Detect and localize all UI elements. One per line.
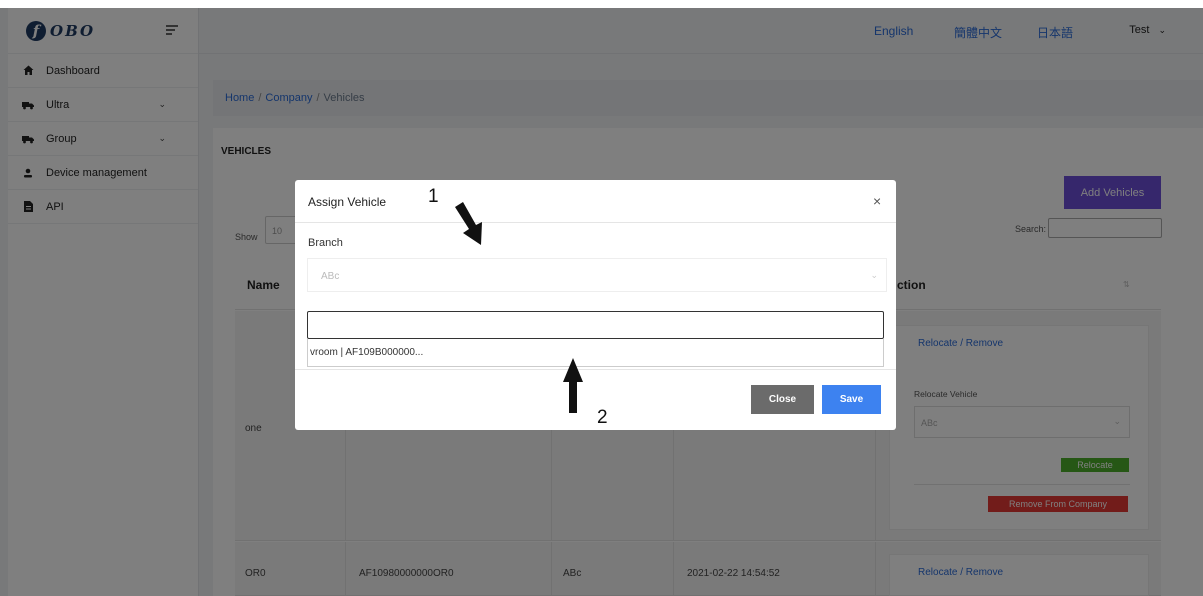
modal-title: Assign Vehicle <box>308 195 387 209</box>
branch-select-value: ABc <box>321 271 340 282</box>
assign-vehicle-modal: Assign Vehicle × Branch ABc ⌄ vroom | AF… <box>295 180 896 430</box>
modal-footer-divider <box>295 369 896 370</box>
chevron-down-icon: ⌄ <box>870 270 878 280</box>
annotation-label-2: 2 <box>597 407 608 428</box>
close-icon[interactable]: × <box>873 193 881 209</box>
vehicle-dropdown-option[interactable]: vroom | AF109B000000... <box>307 339 884 367</box>
vehicle-search-input[interactable] <box>307 311 884 339</box>
modal-header: Assign Vehicle × <box>295 180 896 223</box>
branch-select[interactable]: ABc ⌄ <box>307 258 887 292</box>
branch-label: Branch <box>308 237 343 249</box>
save-button[interactable]: Save <box>822 385 881 414</box>
annotation-label-1: 1 <box>428 186 439 207</box>
close-button[interactable]: Close <box>751 385 814 414</box>
